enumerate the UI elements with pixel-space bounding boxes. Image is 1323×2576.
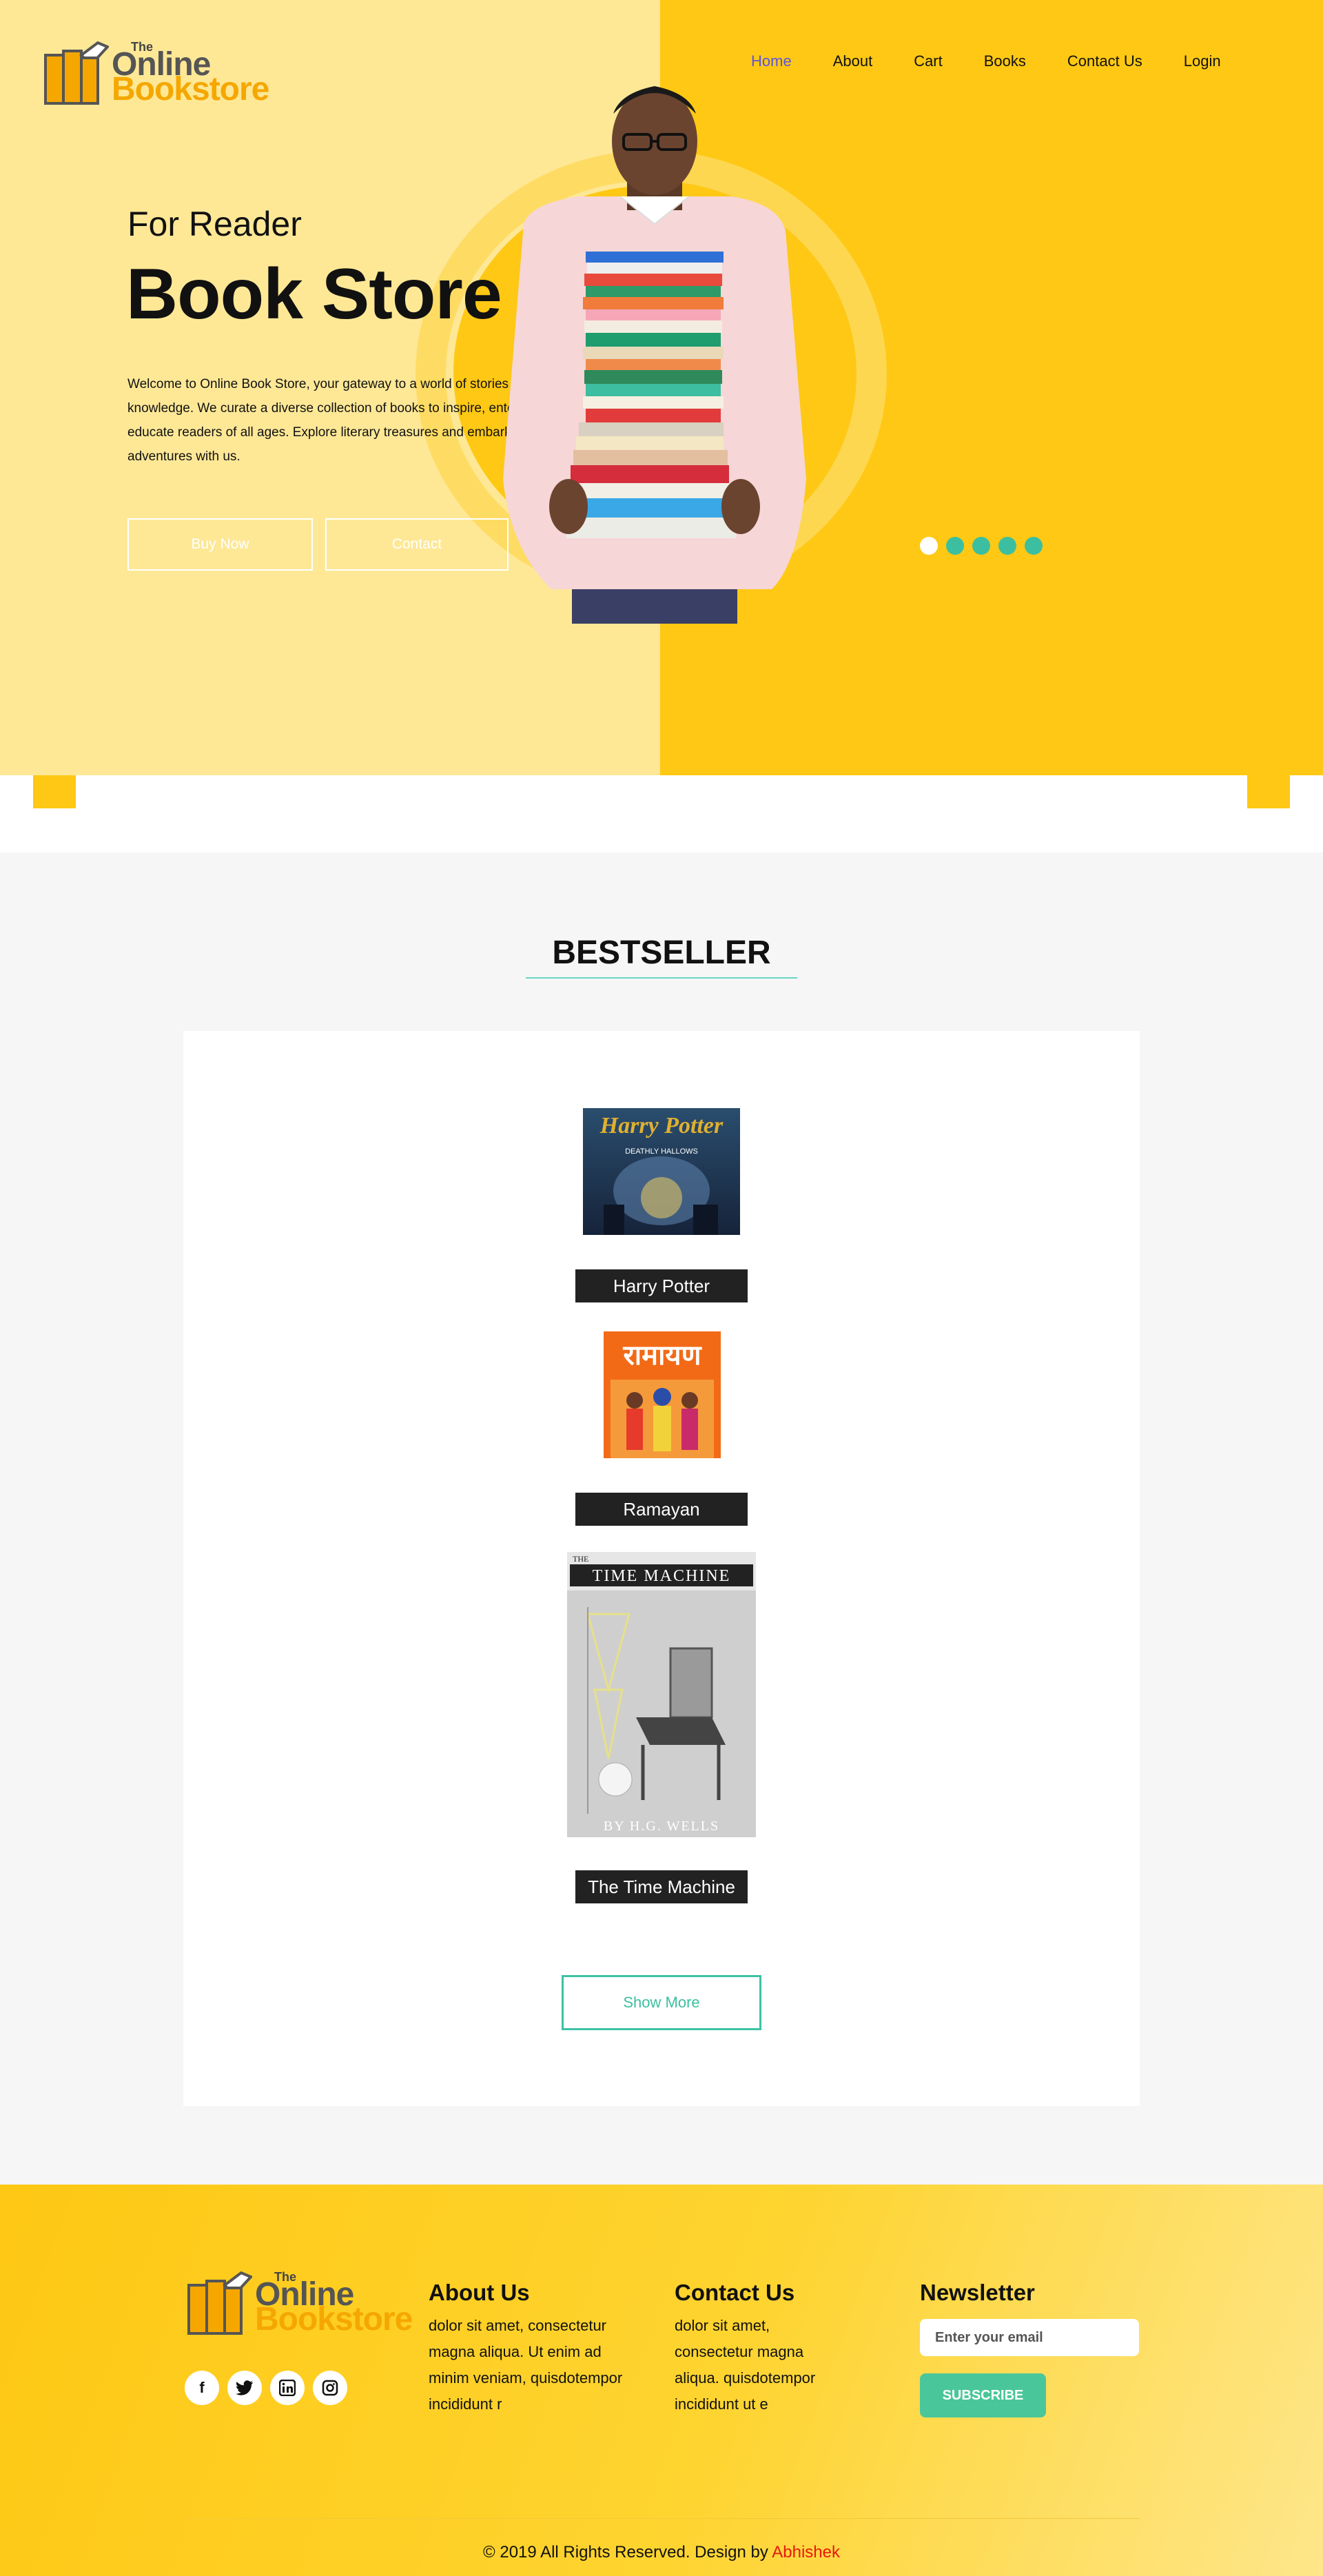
hp-cover-title: Harry Potter <box>599 1113 724 1138</box>
carousel-dot[interactable] <box>946 537 964 555</box>
subscribe-button[interactable]: SUBSCRIBE <box>920 2373 1046 2417</box>
book-title-label[interactable]: Ramayan <box>575 1493 748 1526</box>
site-logo[interactable]: The Online Bookstore <box>43 37 269 113</box>
tm-cover-the: THE <box>573 1554 588 1564</box>
books-logo-icon <box>44 41 110 105</box>
carousel-dots <box>920 537 1043 555</box>
bestseller-title: BESTSELLER <box>552 934 771 971</box>
footer-about-title: About Us <box>429 2280 530 2305</box>
copyright-text: © 2019 All Rights Reserved. Design by <box>483 2543 768 2562</box>
book-title-label[interactable]: The Time Machine <box>575 1870 748 1903</box>
footer-contact-text: dolor sit amet, consectetur magna aliqua… <box>675 2317 816 2413</box>
corner-accent-left <box>33 775 76 808</box>
person-holding-books-image <box>503 86 806 624</box>
buy-now-button[interactable]: Buy Now <box>127 518 313 571</box>
footer-newsletter-title: Newsletter <box>920 2280 1035 2305</box>
logo-bookstore: Bookstore <box>255 2301 413 2338</box>
footer-contact-title: Contact Us <box>675 2280 795 2305</box>
ramayan-cover-title: रामायण <box>622 1340 702 1371</box>
logo-bookstore: Bookstore <box>112 71 269 108</box>
nav-books[interactable]: Books <box>963 48 1047 74</box>
linkedin-icon[interactable] <box>270 2371 305 2405</box>
carousel-dot[interactable] <box>998 537 1016 555</box>
footer-newsletter: Newsletter <box>920 2280 1035 2313</box>
carousel-dot[interactable] <box>920 537 938 555</box>
time-machine-cover[interactable]: THE TIME MACHINE BY H.G. WELLS <box>567 1552 756 1837</box>
hp-cover-subtitle: DEATHLY HALLOWS <box>625 1147 698 1156</box>
footer-about: About Us dolor sit amet, consectetur mag… <box>429 2280 635 2417</box>
carousel-dot[interactable] <box>1025 537 1043 555</box>
newsletter-email-input[interactable] <box>920 2319 1139 2356</box>
site-footer: The Online Bookstore f About Us dolor si… <box>0 2185 1323 2576</box>
copyright: © 2019 All Rights Reserved. Design by Ab… <box>0 2543 1323 2562</box>
hero-section: The Online Bookstore Home About Cart Boo… <box>0 0 1323 775</box>
title-underline <box>526 977 797 979</box>
footer-about-text: dolor sit amet, consectetur magna aliqua… <box>429 2317 623 2413</box>
book-title-label[interactable]: Harry Potter <box>575 1269 748 1302</box>
facebook-icon[interactable]: f <box>185 2371 219 2405</box>
ramayan-cover[interactable]: रामायण <box>604 1331 721 1458</box>
nav-login[interactable]: Login <box>1163 48 1242 74</box>
instagram-icon[interactable] <box>313 2371 347 2405</box>
nav-cart[interactable]: Cart <box>893 48 963 74</box>
tm-cover-title: TIME MACHINE <box>593 1567 731 1585</box>
hero-title: Book Store <box>126 254 502 334</box>
footer-logo[interactable]: The Online Bookstore <box>186 2267 413 2343</box>
footer-contact: Contact Us dolor sit amet, consectetur m… <box>675 2280 819 2417</box>
tm-cover-author: BY H.G. WELLS <box>604 1819 719 1834</box>
nav-contact-us[interactable]: Contact Us <box>1047 48 1163 74</box>
contact-button[interactable]: Contact <box>325 518 509 571</box>
hero-bottom-strip <box>0 775 1323 852</box>
hero-subtitle: For Reader <box>127 205 302 243</box>
social-links: f <box>185 2371 347 2405</box>
bestseller-card: Harry Potter DEATHLY HALLOWS Harry Potte… <box>183 1031 1140 2106</box>
books-logo-icon <box>187 2271 254 2335</box>
corner-accent-right <box>1247 775 1290 808</box>
carousel-dot[interactable] <box>972 537 990 555</box>
footer-divider <box>183 2518 1140 2519</box>
show-more-button[interactable]: Show More <box>562 1975 761 2030</box>
twitter-icon[interactable] <box>227 2371 262 2405</box>
copyright-author-link[interactable]: Abhishek <box>772 2543 840 2562</box>
harry-potter-cover[interactable]: Harry Potter DEATHLY HALLOWS <box>583 1108 740 1235</box>
